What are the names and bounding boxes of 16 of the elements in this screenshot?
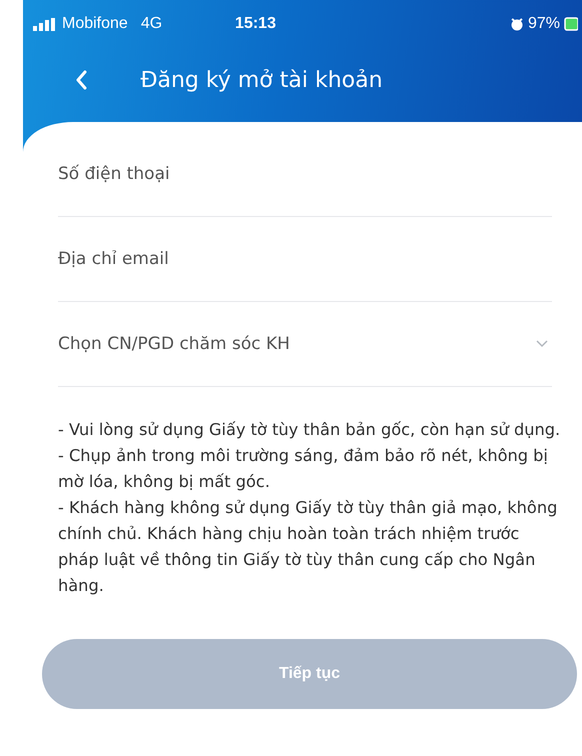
instruction-text: - Vui lòng sử dụng Giấy tờ tùy thân bản gốc, còn hạn sử dụng. bbox=[58, 419, 562, 441]
battery-icon bbox=[564, 17, 578, 31]
dropdown-field[interactable]: Chọn CN/PGD chăm sóc KH bbox=[58, 329, 536, 359]
back-icon bbox=[75, 70, 87, 90]
alarm-icon bbox=[510, 17, 524, 31]
instruction-text: - Chụp ảnh trong môi trường sáng, đảm bảo rõ nét, không bị mờ lóa, không bị mất góc. bbox=[58, 445, 549, 493]
clock-time: 15:13 bbox=[234, 15, 277, 33]
battery-percent: 97% bbox=[528, 15, 560, 33]
instruction-text: - Khách hàng không sử dụng Giấy tờ tùy thân giả mạo, không chính chủ. Khách hàng chịu hoàn toàn trách nhiệm trước pháp luật về thông tin Giấy tờ tùy thân cung cấp cho Ngân hàng. bbox=[58, 497, 558, 597]
input-field[interactable]: Địa chỉ email bbox=[58, 244, 552, 274]
signal-icon bbox=[33, 18, 57, 30]
carrier-name: Mobifone bbox=[62, 15, 128, 33]
screen-title: Đăng ký mở tài khoản bbox=[139, 68, 384, 92]
network-type: 4G bbox=[140, 15, 162, 33]
input-field[interactable]: Số điện thoại bbox=[58, 159, 552, 189]
chevron-down-icon bbox=[536, 340, 548, 348]
